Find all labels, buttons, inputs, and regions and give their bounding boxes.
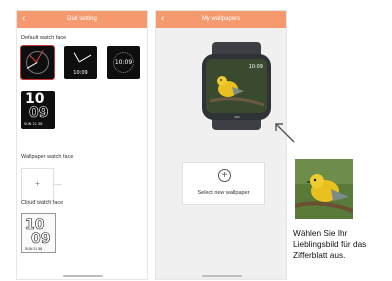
minute-hand — [79, 54, 92, 62]
home-indicator — [63, 275, 103, 277]
plus-icon: + — [35, 179, 40, 188]
screen-content: Default watch face 10:09 10:09 10 09 SUN… — [17, 28, 147, 279]
face-hour-text: 10 — [25, 217, 45, 233]
cloud-watch-face-label: Cloud watch face — [21, 200, 64, 206]
header-bar: ‹ My wallpapers — [156, 11, 286, 28]
face-time-text: 10:09 — [73, 70, 88, 76]
caption-text: Wählen Sie Ihr Lieblingsbild für das Zif… — [293, 228, 367, 260]
watch-face-analog[interactable] — [20, 45, 55, 80]
select-new-wallpaper-button[interactable]: + Select new wallpaper — [182, 162, 265, 205]
header-bar: ‹ Dial setting — [17, 11, 147, 28]
watch-preview-screen: 10:09 — [206, 59, 267, 113]
watch-face-digital-ring[interactable]: 10:09 — [107, 46, 140, 79]
arrow-icon — [275, 123, 295, 143]
add-wallpaper-face-button[interactable]: + — [21, 168, 54, 201]
screen-title: My wallpapers — [201, 16, 241, 22]
my-wallpapers-screen: ‹ My wallpapers 10:09 + Select new wallp… — [155, 10, 287, 280]
watch-face-minimal[interactable]: 10:09 — [64, 46, 97, 79]
circle-plus-icon: + — [218, 169, 231, 182]
face-date-text: SUN 21 58 — [24, 122, 43, 126]
watch-button — [234, 116, 240, 118]
bird-photo — [295, 159, 353, 219]
face-minute-text: 09 — [29, 105, 49, 121]
cloud-watch-face[interactable]: 10 09 SUN 21 58 — [21, 213, 56, 253]
face-time-text: 10:09 — [114, 59, 133, 66]
home-indicator — [202, 275, 242, 277]
watch-time-text: 10:09 — [248, 64, 263, 70]
screen-content: 10:09 + Select new wallpaper — [156, 28, 286, 279]
face-date-text: SUN 21 58 — [25, 247, 43, 251]
screen-title: Dial setting — [67, 16, 97, 22]
divider — [54, 184, 62, 185]
dial-setting-screen: ‹ Dial setting Default watch face 10:09 … — [16, 10, 148, 280]
wallpaper-watch-face-label: Wallpaper watch face — [21, 154, 74, 160]
default-watch-face-label: Default watch face — [21, 35, 67, 41]
watch-face-big-digital[interactable]: 10 09 SUN 21 58 — [21, 91, 55, 129]
select-new-wallpaper-label: Select new wallpaper — [197, 190, 250, 196]
face-minute-text: 09 — [31, 231, 51, 247]
face-hour-text: 10 — [25, 91, 45, 107]
